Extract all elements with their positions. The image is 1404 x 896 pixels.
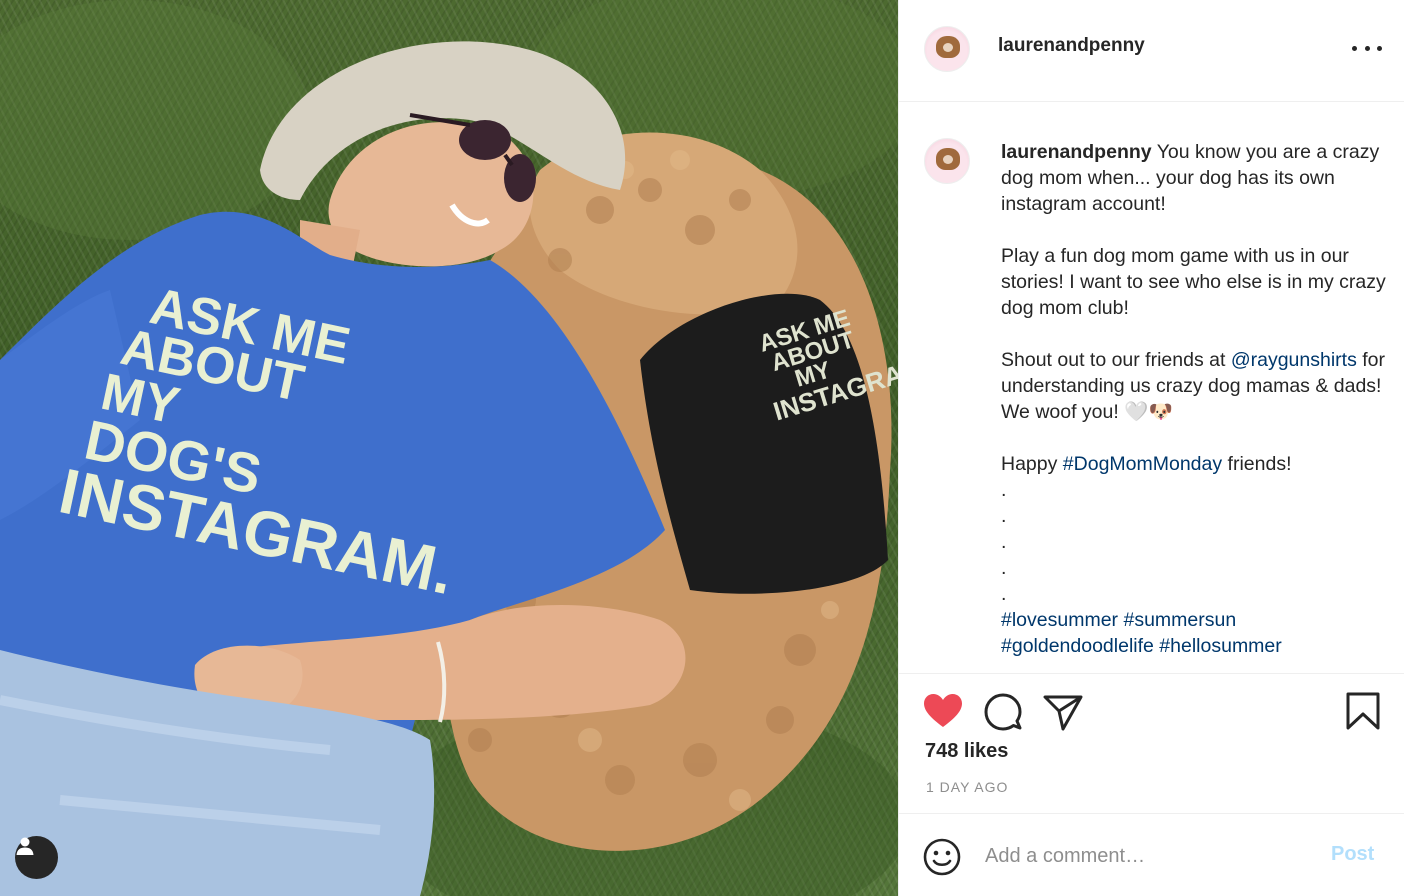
share-icon[interactable] [1043, 693, 1083, 731]
hashtag-link[interactable]: #DogMomMonday [1063, 453, 1222, 475]
comment-bar: Post [899, 813, 1404, 896]
caption-username[interactable]: laurenandpenny [1001, 141, 1152, 163]
hashtag-link[interactable]: #goldendoodlelife #hellosummer [1001, 635, 1282, 657]
caption-p3a: Shout out to our friends at [1001, 349, 1231, 371]
mention-link[interactable]: @raygunshirts [1231, 349, 1357, 371]
caption-area: laurenandpenny You know you are a crazy … [899, 103, 1404, 672]
post-photo[interactable]: ASK ME ABOUT MY INSTAGRAM ASK ME ABOUT M… [0, 0, 898, 896]
heart-icon[interactable] [923, 693, 963, 729]
bookmark-icon[interactable] [1346, 692, 1380, 730]
action-bar: 748 likes 1 DAY AGO [899, 673, 1404, 813]
avatar[interactable] [924, 26, 970, 72]
caption-avatar[interactable] [924, 138, 970, 184]
comment-input[interactable] [985, 842, 1305, 870]
caption-dots: . . . . . [1001, 479, 1007, 605]
caption-text: laurenandpenny You know you are a crazy … [1001, 139, 1386, 659]
post-date[interactable]: 1 DAY AGO [926, 779, 1008, 795]
caption-p2: Play a fun dog mom game with us in our s… [1001, 245, 1392, 319]
post-header: laurenandpenny [899, 0, 1404, 102]
comment-icon[interactable] [984, 693, 1022, 731]
post-sidebar: laurenandpenny laurenandpenny You know y… [898, 0, 1404, 896]
caption-p4b: friends! [1222, 453, 1292, 475]
emoji-icon[interactable] [923, 838, 961, 876]
user-icon [16, 837, 34, 855]
hashtag-link[interactable]: #summersun [1123, 609, 1236, 631]
caption-p4a: Happy [1001, 453, 1063, 475]
header-username[interactable]: laurenandpenny [998, 35, 1145, 57]
like-count[interactable]: 748 likes [925, 740, 1008, 763]
tagged-user-button[interactable] [15, 836, 58, 879]
photo-illustration: ASK ME ABOUT MY INSTAGRAM ASK ME ABOUT M… [0, 0, 898, 896]
post-comment-button[interactable]: Post [1331, 843, 1374, 866]
hashtag-link[interactable]: #lovesummer [1001, 609, 1118, 631]
more-icon[interactable] [1352, 38, 1382, 58]
